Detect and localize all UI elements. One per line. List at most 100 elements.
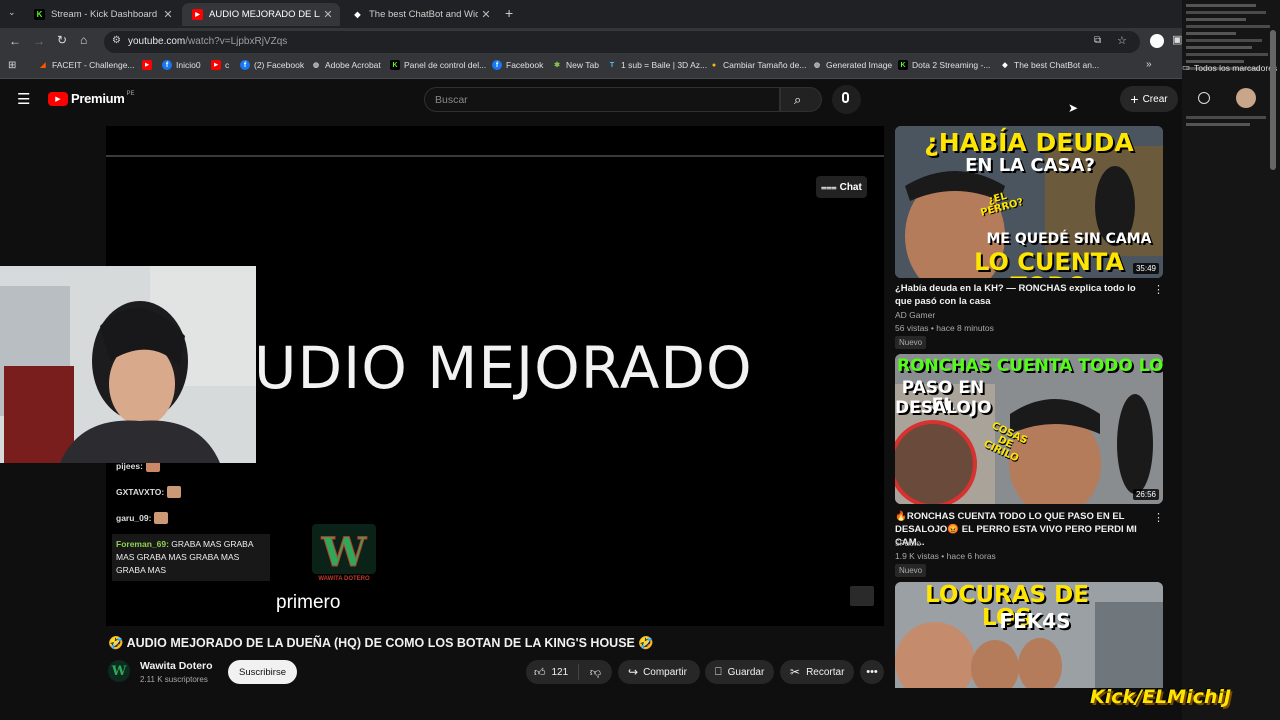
close-tab-icon[interactable]: ✕ [478,8,494,21]
folder-icon: ▭ [1182,62,1191,72]
recommendation-title[interactable]: ¿Había deuda en la KH? — RONCHAS explica… [895,282,1145,308]
kick-icon: K [390,60,400,70]
search-input[interactable]: Buscar [424,87,780,112]
more-vertical-icon[interactable]: ⋮ [1153,511,1164,524]
bookmark-baile[interactable]: T1 sub = Baile | 3D Az... [607,60,707,70]
tab-kick-dashboard[interactable]: K Stream - Kick Dashboard ✕ [24,3,180,26]
more-vertical-icon[interactable]: ⋮ [1153,283,1164,296]
reload-icon[interactable]: ↻ [57,33,67,47]
create-button[interactable]: + Crear [1120,86,1178,112]
voice-search-button[interactable] [832,85,861,114]
search-button[interactable]: ⌕ [780,87,822,112]
facebook-icon: f [162,60,172,70]
channel-watermark-logo: W W WAWITA DOTERO [310,522,378,588]
bookmark-facebook-2[interactable]: f (2) Facebook [240,60,304,70]
bookmark-inicio[interactable]: f Inicio0 [162,60,201,70]
close-tab-icon[interactable]: ✕ [320,8,336,21]
chat-line: garu_09: [116,512,169,524]
more-actions-button[interactable]: ••• [860,660,884,684]
recommendation-channel[interactable]: AD Gamer [895,310,935,320]
facebook-icon: f [240,60,250,70]
extensions-puzzle-icon[interactable]: ▣ [1172,33,1182,46]
video-big-text: UDIO MEJORADO [254,334,753,402]
close-tab-icon[interactable]: ✕ [160,8,176,21]
save-button[interactable]: ⎕ Guardar [705,660,774,684]
globe-icon: ◍ [312,62,320,69]
recommendation-channel[interactable]: 5Facto [895,538,921,548]
recommendation-title[interactable]: 🔥RONCHAS CUENTA TODO LO QUE PASO EN EL D… [895,510,1145,549]
youtube-play-icon: ▶ [48,91,68,106]
thumbs-down-icon: 👎︎ [589,666,602,679]
recommendation-thumbnail[interactable]: LOCURAS DE LOS FEK4S [895,582,1163,688]
tab-youtube-video[interactable]: ▶ AUDIO MEJORADO DE LA D ✕ [182,3,340,26]
more-horizontal-icon: ••• [866,666,878,678]
video-duration: 26:56 [1132,489,1159,500]
youtube-logo[interactable]: ▶ Premium PE [48,91,135,106]
bookmark-panel[interactable]: K Panel de control del... [390,60,486,70]
side-scrollbar[interactable] [1270,30,1276,170]
address-bar[interactable]: ⚙ youtube.com/watch?v=LjpbxRjVZqs ⧉ ☆ [104,31,1140,53]
thumbnail-text: EN LA CASA? [965,155,1095,176]
install-app-icon[interactable]: ⧉ [1094,35,1101,46]
chat-toggle-button[interactable]: ⩶ Chat [816,176,867,198]
recommendation-stats: 56 vistas • hace 8 minutos [895,323,994,333]
bookmark-chatbot[interactable]: ◆ The best ChatBot an... [1000,60,1099,70]
mouse-cursor-icon: ➤ [1068,101,1079,115]
side-chat-noise-2 [1186,112,1272,130]
webcam-overlay [0,266,256,463]
emote-icon [167,486,182,498]
clip-button[interactable]: ✂ Recortar [780,660,854,684]
new-badge: Nuevo [895,336,927,349]
forward-icon[interactable]: → [33,34,45,48]
thumbnail-text: LO CUENTA TODO [974,248,1124,278]
subscribe-button[interactable]: Suscribirse [228,660,297,684]
bookmark-generated-image[interactable]: ◍ Generated Image [812,60,892,70]
chat-line: Foreman_69: GRABA MAS GRABA MAS GRABA MA… [112,534,270,581]
dislike-button[interactable]: 👎︎ [579,666,612,679]
bookmark-adobe[interactable]: ◍ Adobe Acrobat [311,60,381,70]
browser-toolbar: ← → ↻ ⌂ ⚙ youtube.com/watch?v=LjpbxRjVZq… [0,28,1280,56]
like-button[interactable]: 👍︎ 121 [526,664,579,680]
new-tab-icon[interactable]: + [505,5,513,21]
bookmark-icon: ⎕ [715,665,722,678]
bookmarks-folder[interactable]: ▭ Todos los marcadores [1182,62,1277,73]
chat-line: GXTAVXTO: [116,486,182,498]
share-icon: ↪ [628,665,639,679]
apps-grid-icon[interactable]: ⊞ [8,60,16,71]
leaf-icon: ✱ [554,62,560,69]
video-subtitle: primero [276,592,341,613]
new-badge: Nuevo [895,564,927,577]
bookmark-c[interactable]: ▶ c [211,60,229,70]
extension-icon[interactable] [1150,34,1164,48]
menu-icon[interactable]: ☰ [17,90,30,108]
bookmark-facebook[interactable]: f Facebook [492,60,543,70]
channel-name[interactable]: Wawita Dotero [140,660,213,672]
subscriber-count: 2.11 K suscriptores [140,675,208,684]
site-info-icon[interactable]: ⚙ [112,35,121,46]
channel-avatar[interactable]: W [108,660,130,682]
bookmark-cambiar[interactable]: ● Cambiar Tamaño de... [709,60,807,70]
tab-label: AUDIO MEJORADO DE LA D [209,9,320,20]
tab-botrix[interactable]: ◆ The best ChatBot and Widgets ✕ [342,3,498,26]
notifications-icon[interactable] [1198,92,1210,104]
thumbnail-text: FEK4S [999,609,1071,633]
channel-branding-icon[interactable] [850,586,874,606]
kick-brand-overlay: Kick/ELMichiJ [1090,686,1231,708]
bookmark-new-tab[interactable]: ✱ New Tab [552,60,599,70]
kick-icon: K [34,9,45,20]
recommendation-thumbnail[interactable]: ¿HABÍA DEUDA EN LA CASA? ¿EL PERRO? ME Q… [895,126,1163,278]
share-button[interactable]: ↪ Compartir [618,660,700,684]
thumbnail-text: ¿HABÍA DEUDA [924,128,1134,157]
home-icon[interactable]: ⌂ [80,33,87,47]
recommendation-thumbnail[interactable]: RONCHAS CUENTA TODO LO QUE PASO EN EL DE… [895,354,1163,504]
bookmark-star-icon[interactable]: ☆ [1117,34,1127,47]
bookmark-dota[interactable]: K Dota 2 Streaming -... [898,60,990,70]
more-bookmarks-icon[interactable]: » [1146,59,1152,70]
thumbnail-image [895,354,1163,504]
bookmark-youtube[interactable]: ▶ [142,60,156,70]
user-avatar[interactable] [1236,88,1256,108]
tab-list-icon[interactable]: ⌄ [8,7,16,18]
bookmark-faceit[interactable]: ◢ FACEIT - Challenge... [38,60,134,70]
svg-text:W: W [321,529,368,576]
back-icon[interactable]: ← [9,34,21,48]
